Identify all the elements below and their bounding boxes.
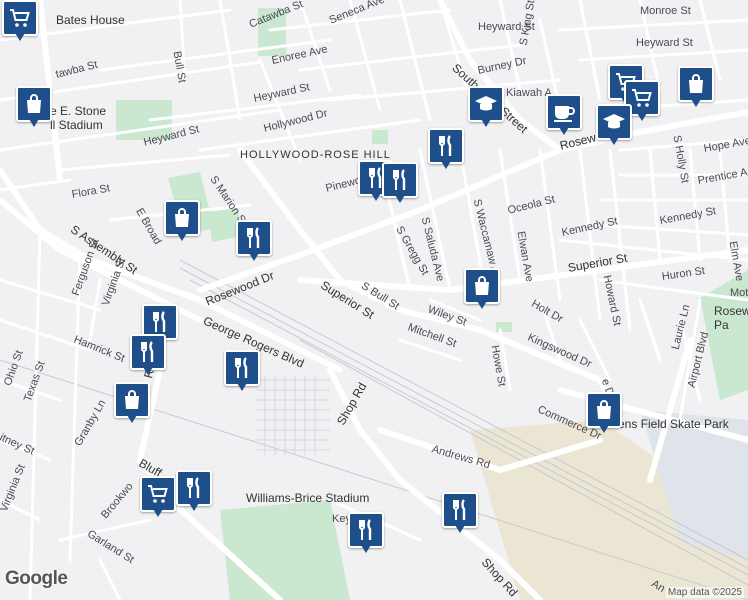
coffee-cup-icon bbox=[552, 100, 576, 124]
restaurant-icon bbox=[182, 476, 206, 500]
map-marker[interactable] bbox=[464, 268, 500, 310]
school-icon bbox=[602, 110, 626, 134]
map-marker[interactable] bbox=[428, 128, 464, 170]
restaurant-icon bbox=[136, 340, 160, 364]
street-label-kiawah: Kiawah A bbox=[506, 87, 552, 99]
map-marker[interactable] bbox=[348, 512, 384, 554]
map-marker[interactable] bbox=[16, 86, 52, 128]
restaurant-icon bbox=[434, 134, 458, 158]
place-label-skate-park: ens Field Skate Park bbox=[618, 417, 729, 431]
grocery-cart-icon bbox=[146, 482, 170, 506]
restaurant-icon bbox=[448, 498, 472, 522]
map-marker[interactable] bbox=[114, 382, 150, 424]
map-marker[interactable] bbox=[130, 334, 166, 376]
map-marker[interactable] bbox=[2, 0, 38, 42]
map-marker[interactable] bbox=[140, 476, 176, 518]
shopping-bag-icon bbox=[22, 92, 46, 116]
grocery-cart-icon bbox=[8, 6, 32, 30]
restaurant-icon bbox=[242, 226, 266, 250]
map-marker[interactable] bbox=[596, 104, 632, 146]
map-marker[interactable] bbox=[586, 392, 622, 434]
google-logo: Google bbox=[5, 568, 68, 589]
restaurant-icon bbox=[354, 518, 378, 542]
street-label-mot: Mot bbox=[730, 287, 748, 299]
map-marker[interactable] bbox=[164, 200, 200, 242]
restaurant-icon bbox=[148, 310, 172, 334]
map-marker[interactable] bbox=[468, 86, 504, 128]
shopping-bag-icon bbox=[470, 274, 494, 298]
street-label-monroe: Monroe St bbox=[640, 5, 691, 17]
map-marker[interactable] bbox=[382, 162, 418, 204]
grocery-cart-icon bbox=[630, 86, 654, 110]
map-marker[interactable] bbox=[678, 66, 714, 108]
map-attribution[interactable]: Map data ©2025 bbox=[665, 587, 744, 598]
restaurant-icon bbox=[388, 168, 412, 192]
place-label-bates-house: Bates House bbox=[56, 13, 125, 27]
place-label-rosewood-park: Rosew Pa bbox=[714, 304, 748, 332]
map-marker[interactable] bbox=[224, 350, 260, 392]
map-marker[interactable] bbox=[176, 470, 212, 512]
map-marker[interactable] bbox=[546, 94, 582, 136]
shopping-bag-icon bbox=[684, 72, 708, 96]
shopping-bag-icon bbox=[170, 206, 194, 230]
street-label-heyward-right: Heyward St bbox=[636, 37, 693, 49]
map-canvas[interactable]: Bates House e E. Stone ll Stadium Willia… bbox=[0, 0, 748, 600]
place-label-stone-stadium: e E. Stone ll Stadium bbox=[50, 104, 107, 132]
restaurant-icon bbox=[230, 356, 254, 380]
place-label-williams-brice-stadium: Williams-Brice Stadium bbox=[246, 491, 370, 505]
shopping-bag-icon bbox=[120, 388, 144, 412]
map-marker[interactable] bbox=[236, 220, 272, 262]
map-marker[interactable] bbox=[442, 492, 478, 534]
shopping-bag-icon bbox=[592, 398, 616, 422]
school-icon bbox=[474, 92, 498, 116]
